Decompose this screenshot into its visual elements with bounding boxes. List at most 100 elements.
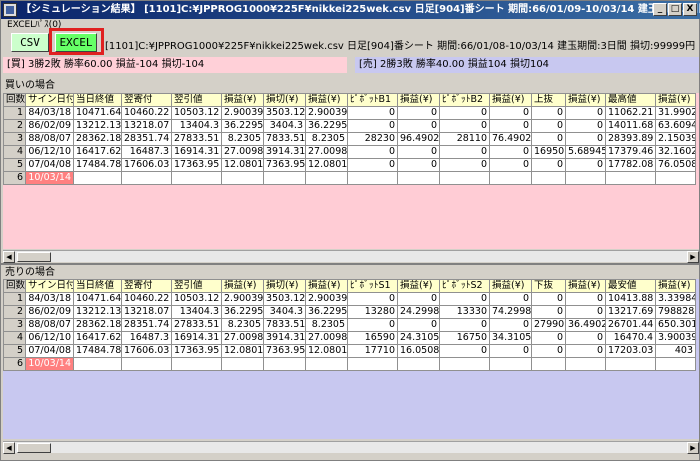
table-cell[interactable]: 0 <box>531 305 566 319</box>
table-cell[interactable]: 16417.62 <box>73 331 122 345</box>
column-header[interactable]: 最安値 <box>605 279 656 293</box>
table-cell[interactable] <box>531 357 566 371</box>
table-cell[interactable] <box>605 171 656 185</box>
table-cell[interactable]: 0 <box>489 292 532 306</box>
table-cell[interactable] <box>655 171 696 185</box>
scroll-left-icon[interactable]: ◀ <box>3 251 15 263</box>
table-cell[interactable]: 28110 <box>439 132 490 146</box>
row-number[interactable]: 5 <box>3 344 26 358</box>
table-cell[interactable]: 17484.78 <box>73 344 122 358</box>
table-cell[interactable]: 32.1602 <box>655 145 696 159</box>
column-header[interactable]: サイン日付 <box>25 93 74 107</box>
table-cell[interactable]: 0 <box>439 292 490 306</box>
table-cell[interactable]: 76.4902 <box>489 132 532 146</box>
column-header[interactable]: 損益(¥) <box>565 279 606 293</box>
column-header[interactable]: 当日終値 <box>73 93 122 107</box>
column-header[interactable]: 損益(¥) <box>489 93 532 107</box>
table-cell[interactable]: 34.3105 <box>489 331 532 345</box>
table-cell[interactable]: 07/04/08 <box>25 344 74 358</box>
column-header[interactable]: ﾋﾟﾎﾞｯﾄS1 <box>347 279 398 293</box>
table-cell[interactable]: 0 <box>397 106 440 120</box>
table-cell[interactable] <box>263 171 306 185</box>
row-number[interactable]: 5 <box>3 158 26 172</box>
table-cell[interactable]: 2.90039 <box>221 106 264 120</box>
row-number[interactable]: 1 <box>3 292 26 306</box>
row-number[interactable]: 4 <box>3 145 26 159</box>
column-header[interactable]: 回数 <box>3 93 26 107</box>
column-header[interactable]: 損益(¥) <box>565 93 606 107</box>
table-cell[interactable]: 17484.78 <box>73 158 122 172</box>
column-header[interactable]: 損益(¥) <box>221 279 264 293</box>
column-header[interactable]: 翌寄付 <box>121 93 172 107</box>
table-cell[interactable] <box>73 171 122 185</box>
column-header[interactable]: 損切(¥) <box>263 93 306 107</box>
table-cell[interactable]: 76.0508 <box>655 158 696 172</box>
table-cell[interactable]: 27833.51 <box>171 318 222 332</box>
column-header[interactable]: 最高値 <box>605 93 656 107</box>
column-header[interactable]: サイン日付 <box>25 279 74 293</box>
table-cell[interactable]: 0 <box>565 158 606 172</box>
table-cell[interactable]: 0 <box>439 344 490 358</box>
scroll-left-icon[interactable]: ◀ <box>3 442 15 454</box>
table-cell[interactable]: 88/08/07 <box>25 132 74 146</box>
table-cell[interactable]: 0 <box>531 344 566 358</box>
table-cell[interactable]: 10471.64 <box>73 106 122 120</box>
csv-button[interactable]: CSV <box>11 33 49 52</box>
column-header[interactable]: 当日終値 <box>73 279 122 293</box>
table-cell[interactable]: 27833.51 <box>171 132 222 146</box>
table-cell[interactable] <box>305 357 348 371</box>
table-cell[interactable] <box>221 171 264 185</box>
table-cell[interactable]: 0 <box>347 119 398 133</box>
table-cell[interactable]: 28351.74 <box>121 318 172 332</box>
menu-excel-path[interactable]: EXCELﾊﾟｽ(0) <box>3 19 61 31</box>
column-header[interactable]: 翌引値 <box>171 279 222 293</box>
table-cell[interactable] <box>397 357 440 371</box>
table-cell[interactable]: 16470.4 <box>605 331 656 345</box>
table-cell[interactable]: 0 <box>489 119 532 133</box>
table-cell[interactable]: 27990 <box>531 318 566 332</box>
table-cell[interactable]: 17606.03 <box>121 344 172 358</box>
table-cell[interactable]: 0 <box>439 145 490 159</box>
table-cell[interactable]: 16750 <box>439 331 490 345</box>
table-cell[interactable]: 84/03/18 <box>25 106 74 120</box>
table-cell[interactable]: 0 <box>439 106 490 120</box>
table-cell[interactable]: 17379.46 <box>605 145 656 159</box>
table-cell[interactable]: 13212.13 <box>73 305 122 319</box>
table-cell[interactable]: 0 <box>347 145 398 159</box>
table-cell[interactable]: 12.0801 <box>221 344 264 358</box>
table-cell[interactable]: 17363.95 <box>171 344 222 358</box>
table-cell[interactable]: 0 <box>531 331 566 345</box>
table-cell[interactable]: 10503.12 <box>171 106 222 120</box>
table-cell[interactable]: 27.0098 <box>305 331 348 345</box>
column-header[interactable]: ﾋﾟﾎﾞｯﾄS2 <box>439 279 490 293</box>
table-cell[interactable]: 06/12/10 <box>25 145 74 159</box>
table-cell[interactable]: 24.3105 <box>397 331 440 345</box>
column-header[interactable]: ﾋﾟﾎﾞｯﾄB2 <box>439 93 490 107</box>
table-cell[interactable]: 28351.74 <box>121 132 172 146</box>
table-cell[interactable] <box>565 171 606 185</box>
table-cell[interactable]: 16590 <box>347 331 398 345</box>
table-cell[interactable]: 07/04/08 <box>25 158 74 172</box>
table-cell[interactable]: 403 <box>655 344 696 358</box>
table-cell[interactable]: 13218.07 <box>121 119 172 133</box>
table-row[interactable]: 1 84/03/18 10471.64 10460.22 10503.12 2.90039… <box>3 106 696 120</box>
sell-grid[interactable]: 回数 サイン日付 当日終値 翌寄付 翌引値 損益(¥) 損切(¥) 損益(¥) ﾋﾟﾎﾞｯﾄS1… <box>3 279 699 439</box>
column-header[interactable]: 損益(¥) <box>221 93 264 107</box>
table-cell[interactable] <box>531 171 566 185</box>
table-row[interactable]: 5 07/04/08 17484.78 17606.03 17363.95 12.0801… <box>3 344 696 358</box>
table-cell[interactable]: 0 <box>531 158 566 172</box>
table-cell[interactable]: 0 <box>489 158 532 172</box>
table-cell[interactable]: 0 <box>397 318 440 332</box>
table-cell[interactable] <box>605 357 656 371</box>
table-cell[interactable]: 8.2305 <box>305 132 348 146</box>
table-cell[interactable] <box>305 171 348 185</box>
table-cell[interactable]: 7363.95 <box>263 158 306 172</box>
table-cell[interactable]: 0 <box>347 318 398 332</box>
table-cell[interactable]: 0 <box>489 106 532 120</box>
table-cell[interactable] <box>221 357 264 371</box>
table-cell[interactable]: 8.2305 <box>221 132 264 146</box>
table-cell[interactable]: 7363.95 <box>263 344 306 358</box>
table-row[interactable]: 6 10/03/14 <box>3 171 696 185</box>
table-cell[interactable]: 0 <box>347 158 398 172</box>
table-cell[interactable]: 27.0098 <box>305 145 348 159</box>
